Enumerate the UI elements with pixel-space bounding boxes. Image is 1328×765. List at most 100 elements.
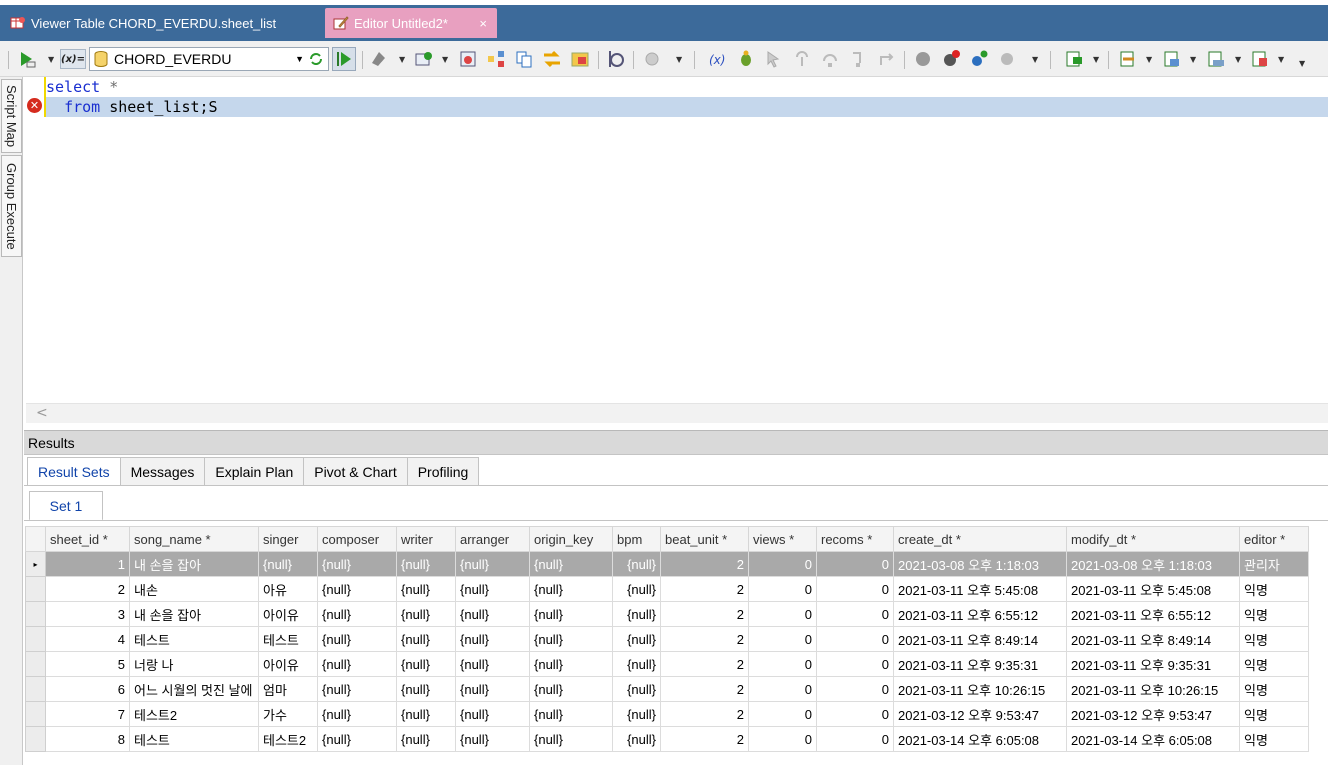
column-header[interactable]: editor * xyxy=(1239,526,1309,552)
error-icon[interactable]: ✕ xyxy=(27,98,42,113)
table-cell[interactable]: 0 xyxy=(816,576,894,602)
table-row[interactable]: 6 어느 시월의 멋진 날에 엄마 {null} {null} {null} {null}{… xyxy=(25,676,1309,702)
table-cell[interactable]: 2021-03-11 오후 10:26:15 xyxy=(1066,676,1240,702)
table-cell[interactable]: 내 손을 잡아 xyxy=(129,601,259,627)
export-button[interactable] xyxy=(1064,49,1084,69)
table-cell[interactable]: 내 손을 잡아 xyxy=(129,551,259,577)
table-cell[interactable]: 2 xyxy=(660,601,749,627)
table-cell[interactable]: 2 xyxy=(660,651,749,677)
column-header[interactable]: composer xyxy=(317,526,397,552)
code-line-2[interactable]: from sheet_list;S xyxy=(46,97,1328,117)
table-cell[interactable]: {null} xyxy=(396,726,456,752)
table-cell[interactable]: 익명 xyxy=(1239,701,1309,727)
table-cell[interactable]: 2 xyxy=(660,701,749,727)
tab-explain-plan[interactable]: Explain Plan xyxy=(204,457,305,485)
connect-dropdown-icon[interactable]: ▼ xyxy=(1032,55,1038,64)
tab-messages[interactable]: Messages xyxy=(119,457,206,485)
table-cell[interactable]: 0 xyxy=(748,601,817,627)
tab-pivot-chart[interactable]: Pivot & Chart xyxy=(303,457,408,485)
table-cell[interactable]: 가수 xyxy=(258,701,318,727)
table-cell[interactable]: {null} xyxy=(612,676,661,702)
table-cell[interactable]: {null} xyxy=(612,626,661,652)
row-indicator[interactable] xyxy=(25,651,46,677)
table-cell[interactable]: 테스트 xyxy=(129,726,259,752)
table-cell[interactable]: {null} xyxy=(317,676,397,702)
column-header[interactable]: modify_dt * xyxy=(1066,526,1240,552)
table-cell[interactable]: 너랑 나 xyxy=(129,651,259,677)
table-cell[interactable]: 익명 xyxy=(1239,601,1309,627)
table-cell[interactable]: 익명 xyxy=(1239,651,1309,677)
execute-script-button[interactable] xyxy=(17,49,37,69)
variables-button[interactable]: (x)= xyxy=(60,49,86,69)
compare-dropdown-icon[interactable]: ▼ xyxy=(1190,55,1196,64)
row-indicator[interactable]: ▸ xyxy=(25,551,46,577)
column-header[interactable]: bpm xyxy=(612,526,661,552)
table-cell[interactable]: {null} xyxy=(317,551,397,577)
table-cell[interactable]: 2021-03-11 오후 9:35:31 xyxy=(893,651,1067,677)
connection-select[interactable]: CHORD_EVERDU ▼ xyxy=(89,47,329,71)
table-cell[interactable]: 2021-03-12 오후 9:53:47 xyxy=(1066,701,1240,727)
table-cell[interactable]: 엄마 xyxy=(258,676,318,702)
table-cell[interactable]: 2 xyxy=(45,576,130,602)
table-cell[interactable]: {null} xyxy=(529,626,613,652)
table-cell[interactable]: {null} xyxy=(529,676,613,702)
transfer-button[interactable] xyxy=(542,49,562,69)
sql-history-button[interactable] xyxy=(458,49,478,69)
table-row[interactable]: 4 테스트 테스트 {null} {null} {null} {null} {null} 2 0 0… xyxy=(25,626,1309,652)
table-cell[interactable]: 2021-03-14 오후 6:05:08 xyxy=(1066,726,1240,752)
column-header[interactable]: singer xyxy=(258,526,318,552)
report-button[interactable] xyxy=(1250,49,1270,69)
table-cell[interactable]: 2021-03-12 오후 9:53:47 xyxy=(893,701,1067,727)
table-cell[interactable]: 테스트 xyxy=(258,626,318,652)
table-cell[interactable]: 0 xyxy=(748,676,817,702)
table-cell[interactable]: {null} xyxy=(317,726,397,752)
schema-dropdown-icon[interactable]: ▼ xyxy=(1235,55,1241,64)
table-cell[interactable]: {null} xyxy=(258,551,318,577)
table-cell[interactable]: 1 xyxy=(45,551,130,577)
table-cell[interactable]: 2 xyxy=(660,676,749,702)
format-sql-button[interactable] xyxy=(369,49,389,69)
table-cell[interactable]: 0 xyxy=(816,601,894,627)
table-cell[interactable]: 2021-03-14 오후 6:05:08 xyxy=(893,726,1067,752)
table-cell[interactable]: 테스트 xyxy=(129,626,259,652)
table-row[interactable]: 2 내손 아유 {null} {null} {null} {null} {null} 2 0 0 20… xyxy=(25,576,1309,602)
row-indicator[interactable] xyxy=(25,701,46,727)
report-dropdown-icon[interactable]: ▼ xyxy=(1278,55,1284,64)
script-map-tab[interactable]: Script Map xyxy=(1,79,22,153)
more-dropdown-icon[interactable]: ▼ xyxy=(676,55,682,64)
table-cell[interactable]: 5 xyxy=(45,651,130,677)
table-cell[interactable]: {null} xyxy=(396,651,456,677)
table-cell[interactable]: 2021-03-08 오후 1:18:03 xyxy=(893,551,1067,577)
table-cell[interactable]: 2021-03-11 오후 6:55:12 xyxy=(1066,601,1240,627)
refresh-connection-icon[interactable] xyxy=(308,51,324,67)
tab-result-sets[interactable]: Result Sets xyxy=(27,457,121,485)
table-cell[interactable]: 관리자 xyxy=(1239,551,1309,577)
table-cell[interactable]: {null} xyxy=(317,626,397,652)
table-cell[interactable]: 익명 xyxy=(1239,626,1309,652)
table-cell[interactable]: 아이유 xyxy=(258,651,318,677)
compare-button[interactable] xyxy=(1162,49,1182,69)
column-header[interactable]: origin_key xyxy=(529,526,613,552)
table-cell[interactable]: {null} xyxy=(529,576,613,602)
table-cell[interactable]: 6 xyxy=(45,676,130,702)
table-cell[interactable]: 2021-03-11 오후 6:55:12 xyxy=(893,601,1067,627)
table-row[interactable]: 3내 손을 잡아 아이유 {null} {null} {null} {null} {null… xyxy=(25,601,1309,627)
table-cell[interactable]: 어느 시월의 멋진 날에 xyxy=(129,676,259,702)
table-cell[interactable]: {null} xyxy=(317,651,397,677)
table-cell[interactable]: 0 xyxy=(748,626,817,652)
format-dropdown-icon[interactable]: ▼ xyxy=(399,55,405,64)
row-indicator[interactable] xyxy=(25,676,46,702)
row-indicator[interactable] xyxy=(25,576,46,602)
table-cell[interactable]: 0 xyxy=(748,651,817,677)
table-cell[interactable]: 3 xyxy=(45,601,130,627)
table-cell[interactable]: {null} xyxy=(529,701,613,727)
grid-tool-button[interactable] xyxy=(570,49,590,69)
table-cell[interactable]: 8 xyxy=(45,726,130,752)
table-cell[interactable]: 아이유 xyxy=(258,601,318,627)
table-cell[interactable]: {null} xyxy=(529,601,613,627)
debug-bug-button[interactable] xyxy=(736,49,756,69)
table-cell[interactable]: {null} xyxy=(529,726,613,752)
tab-editor-untitled2[interactable]: Editor Untitled2* × xyxy=(325,8,497,38)
export-dropdown-icon[interactable]: ▼ xyxy=(1093,55,1099,64)
table-cell[interactable]: 0 xyxy=(748,726,817,752)
